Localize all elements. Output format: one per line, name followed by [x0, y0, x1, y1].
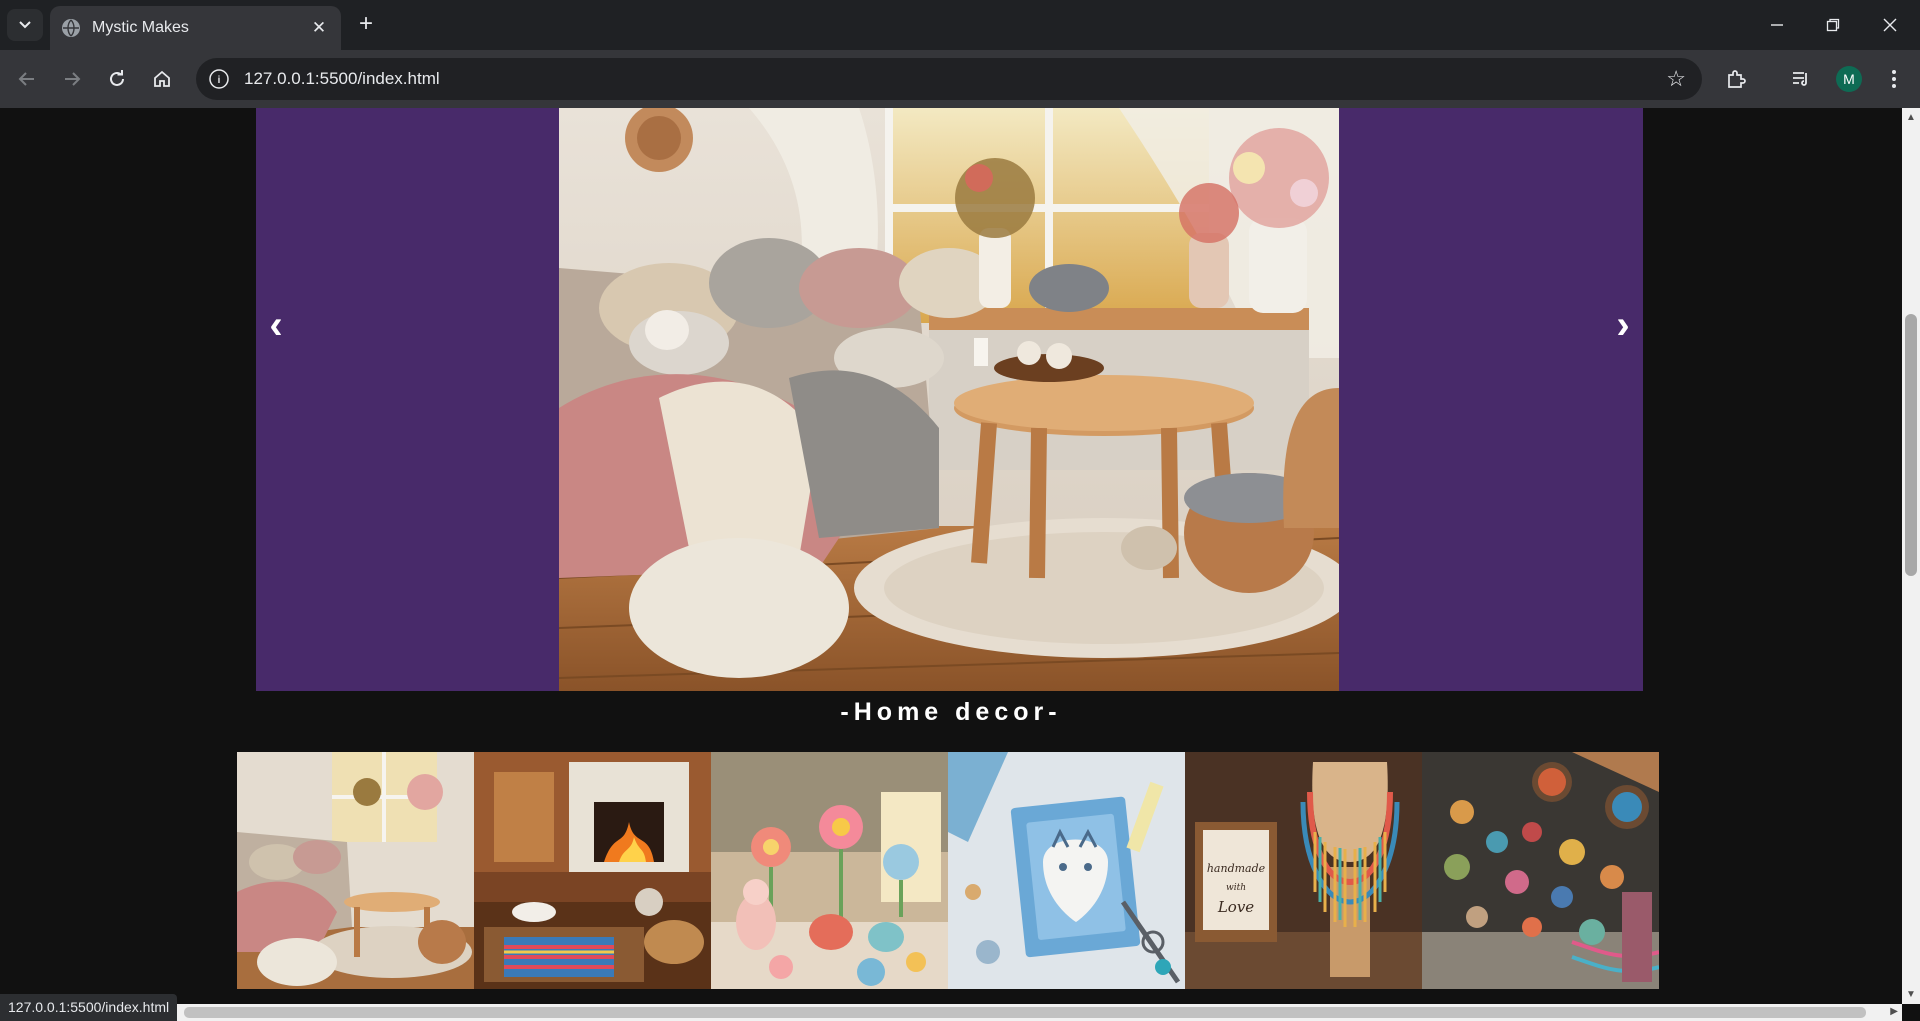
scroll-right-icon[interactable]: ▶ — [1890, 1006, 1898, 1017]
restore-icon[interactable] — [1805, 0, 1861, 50]
site-info-icon[interactable]: i — [209, 69, 229, 89]
thumbnail-strip: handmade with Love — [237, 752, 1661, 989]
horizontal-scrollbar[interactable]: ▶ — [0, 1004, 1902, 1021]
tab-title: Mystic Makes — [92, 19, 189, 36]
back-arrow-icon — [18, 72, 34, 86]
slide-caption: -Home decor- — [840, 698, 1062, 726]
slider-next-button[interactable]: › — [1603, 300, 1643, 350]
window-close-icon[interactable] — [1862, 0, 1918, 50]
browser-toolbar: i 127.0.0.1:5500/index.html ☆ — [0, 50, 1920, 108]
svg-text:handmade: handmade — [1207, 862, 1266, 875]
svg-text:Love: Love — [1217, 898, 1254, 916]
svg-text:with: with — [1226, 883, 1246, 893]
forward-arrow-icon — [65, 72, 81, 86]
thumbnail-5[interactable]: handmade with Love — [1185, 752, 1422, 989]
image-slider: ‹ › — [256, 108, 1643, 691]
browser-tab-active[interactable]: Mystic Makes ✕ — [50, 6, 341, 50]
forward-button[interactable] — [55, 62, 89, 96]
home-button[interactable] — [145, 62, 179, 96]
thumbnail-6[interactable] — [1422, 752, 1659, 989]
vertical-scroll-thumb[interactable] — [1905, 314, 1917, 576]
reload-icon — [110, 70, 124, 86]
scroll-down-icon[interactable]: ▼ — [1906, 989, 1916, 1000]
star-icon[interactable]: ☆ — [1666, 66, 1686, 92]
address-bar[interactable]: i 127.0.0.1:5500/index.html ☆ — [196, 58, 1702, 100]
browser-tab-bar: Mystic Makes ✕ + — [0, 0, 1920, 50]
tab-close-icon[interactable]: ✕ — [309, 18, 329, 38]
profile-avatar[interactable]: M — [1836, 66, 1862, 92]
scroll-up-icon[interactable]: ▲ — [1906, 112, 1916, 123]
page-viewport: ‹ › -Home decor- handmade with Love — [0, 108, 1902, 1004]
horizontal-scroll-thumb[interactable] — [184, 1007, 1866, 1018]
slide-image-home-decor — [559, 108, 1339, 691]
globe-icon — [62, 19, 80, 37]
status-bar-url: 127.0.0.1:5500/index.html — [0, 994, 178, 1021]
kebab-menu-icon[interactable] — [1877, 62, 1911, 96]
thumbnail-2[interactable] — [474, 752, 711, 989]
puzzle-icon[interactable] — [1719, 62, 1753, 96]
reload-button[interactable] — [100, 62, 134, 96]
back-button[interactable] — [10, 62, 44, 96]
thumbnail-4[interactable] — [948, 752, 1185, 989]
thumbnail-1[interactable] — [237, 752, 474, 989]
new-tab-button[interactable]: + — [352, 10, 380, 38]
vertical-scrollbar[interactable]: ▲ ▼ — [1902, 108, 1920, 1004]
slider-prev-button[interactable]: ‹ — [256, 300, 296, 350]
home-icon — [154, 70, 170, 87]
address-url[interactable]: 127.0.0.1:5500/index.html — [244, 69, 1666, 89]
chevron-down-icon — [19, 21, 31, 29]
media-control-icon[interactable] — [1784, 62, 1818, 96]
minimize-icon[interactable] — [1749, 0, 1805, 50]
tab-search-button[interactable] — [7, 9, 43, 41]
thumbnail-3[interactable] — [711, 752, 948, 989]
